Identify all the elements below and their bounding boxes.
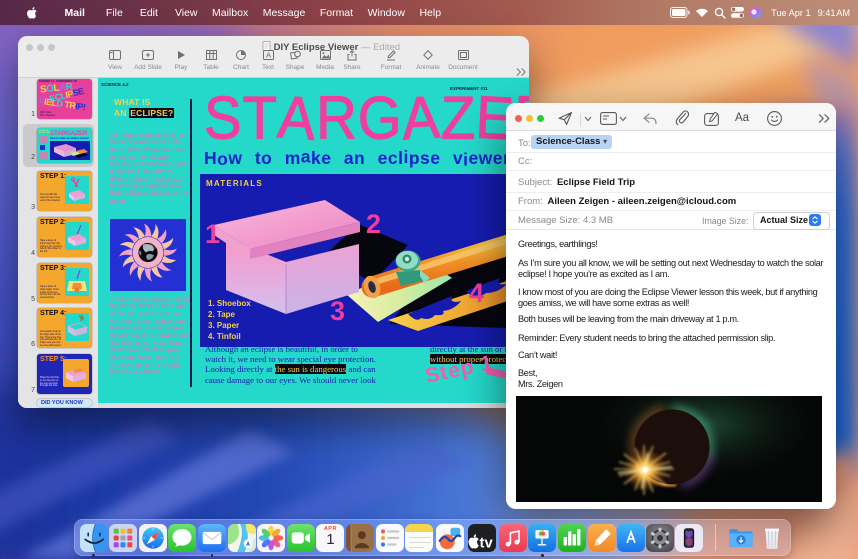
svg-text:A: A [265,51,270,60]
svg-text:tv: tv [480,535,494,551]
